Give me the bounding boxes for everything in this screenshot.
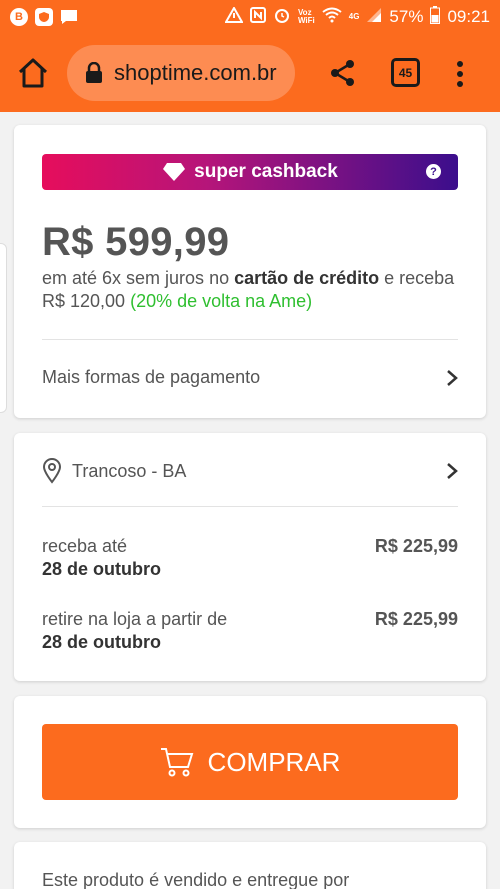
b-badge-icon: B [10, 8, 28, 26]
help-icon[interactable]: ? [426, 164, 441, 179]
url-bar[interactable]: shoptime.com.br [67, 45, 295, 101]
super-cashback-badge[interactable]: super cashback ? [42, 154, 458, 190]
cashback-return: (20% de volta na Ame) [130, 291, 313, 311]
shipping-card: Trancoso - BA receba até 28 de outubro R… [14, 433, 486, 681]
delivery-option: receba até 28 de outubro R$ 225,99 [42, 535, 458, 581]
buy-card: COMPRAR [14, 696, 486, 828]
chevron-right-icon [447, 369, 458, 386]
cashback-label: super cashback [194, 161, 338, 182]
battery-icon [430, 5, 441, 29]
chevron-right-icon [447, 463, 458, 479]
share-button[interactable] [328, 58, 358, 88]
divider [42, 339, 458, 340]
url-text: shoptime.com.br [114, 60, 277, 85]
location-selector[interactable]: Trancoso - BA [42, 458, 458, 484]
pickup-label: retire na loja a partir de [42, 609, 228, 629]
nfc-icon [249, 6, 266, 28]
delivery-label: receba até [42, 536, 128, 556]
payment-card: super cashback ? R$ 599,99 em até 6x sem… [14, 125, 486, 418]
product-price: R$ 599,99 [42, 220, 230, 264]
vowifi-label: Voz WiFi [297, 8, 315, 25]
seller-text: Este produto é vendido e entregue por [42, 870, 350, 889]
diamond-heart-icon [163, 163, 186, 181]
warning-icon [224, 5, 244, 28]
delivery-price: R$ 225,99 [374, 536, 458, 556]
browser-toolbar: shoptime.com.br 45 [0, 34, 500, 112]
cart-icon [160, 748, 193, 777]
overflow-menu-button[interactable] [450, 58, 470, 90]
alarm-icon [273, 6, 291, 29]
divider [42, 506, 458, 507]
delivery-date: 28 de outubro [42, 559, 162, 579]
side-drawer-handle[interactable] [0, 243, 7, 413]
buy-label: COMPRAR [207, 746, 341, 777]
location-pin-icon [42, 458, 62, 484]
location-text: Trancoso - BA [72, 460, 187, 481]
shield-app-icon [35, 8, 53, 26]
buy-button[interactable]: COMPRAR [42, 724, 458, 800]
signal-icon [366, 7, 382, 28]
wifi-icon [322, 7, 342, 28]
pickup-date: 28 de outubro [42, 632, 162, 652]
pickup-price: R$ 225,99 [374, 609, 458, 629]
installments-text: em até 6x sem juros no cartão de crédito… [42, 268, 455, 311]
share-icon [331, 60, 354, 86]
status-bar: B Voz WiFi 4G 57% 09:21 [0, 0, 500, 34]
clock: 09:21 [447, 7, 490, 26]
tabs-button[interactable]: 45 [391, 58, 420, 87]
message-icon [60, 8, 78, 26]
battery-percent: 57% [389, 7, 424, 26]
network-type: 4G [348, 12, 360, 21]
pickup-option: retire na loja a partir de 28 de outubro… [42, 608, 458, 654]
more-payment-options[interactable]: Mais formas de pagamento [42, 367, 458, 388]
lock-icon [86, 62, 102, 83]
seller-card: Este produto é vendido e entregue por [14, 842, 486, 889]
home-button[interactable] [16, 56, 50, 90]
home-icon [18, 58, 48, 88]
